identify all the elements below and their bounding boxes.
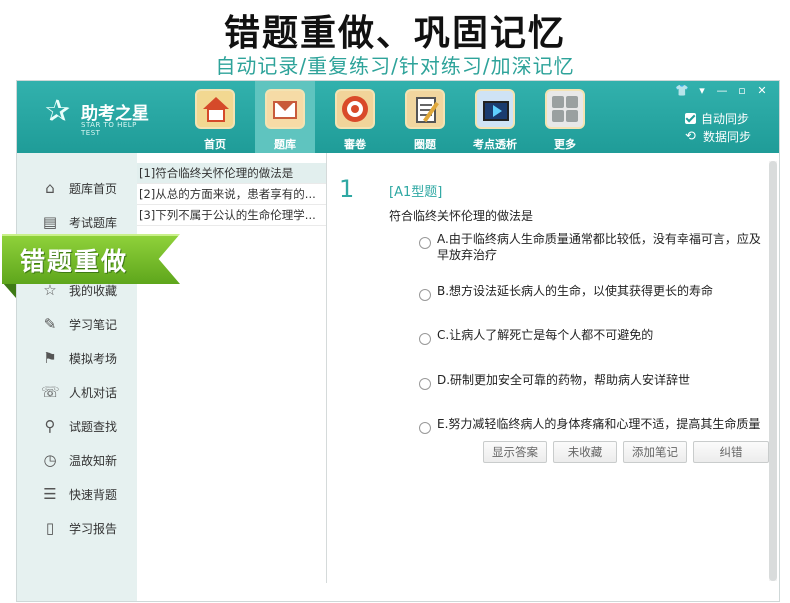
edit-icon: ✎	[43, 315, 57, 333]
skin-icon[interactable]: 👕	[673, 83, 691, 99]
book-icon: ▯	[45, 519, 55, 537]
app-window: ✰ 助考之星 STAR TO HELP TEST 首页 题库 審卷 圈题 考点透…	[16, 80, 780, 602]
sidebar-item-review[interactable]: ◷ 温故知新	[17, 445, 137, 475]
list-item[interactable]: [1]符合临终关怀伦理的做法是	[137, 163, 327, 184]
radio-button[interactable]	[419, 422, 431, 434]
option-text: E.努力减轻临终病人的身体疼痛和心理不适，提高其生命质量	[437, 417, 761, 431]
main-nav: 首页 题库 審卷 圈题 考点透析 更多	[185, 81, 605, 153]
sidebar-item-label: 学习笔记	[69, 317, 118, 332]
sidebar: ⌂ 题库首页 ▤ 考试题库 ☆ 我的收藏 ✎ 学习笔记 ⚑ 模拟考场 ☏ 人机对…	[17, 153, 137, 601]
sidebar-item-label: 快速背题	[69, 487, 118, 502]
question-stem: 符合临终关怀伦理的做法是	[389, 209, 534, 223]
option-e[interactable]: E.努力减轻临终病人的身体疼痛和心理不适，提高其生命质量	[419, 416, 769, 434]
ribbon-fold	[2, 282, 16, 298]
nav-key-points[interactable]: 考点透析	[465, 81, 525, 153]
radio-button[interactable]	[419, 237, 431, 249]
top-toolbar: ✰ 助考之星 STAR TO HELP TEST 首页 题库 審卷 圈题 考点透…	[17, 81, 779, 153]
target-icon	[335, 89, 375, 129]
banner-subtitle: 自动记录/重复练习/针对练习/加深记忆	[215, 54, 575, 78]
list-item[interactable]: [3]下列不属于公认的生命伦理学...	[137, 205, 327, 226]
sidebar-item-label: 试题查找	[69, 419, 118, 434]
sidebar-item-mock-exam[interactable]: ⚑ 模拟考场	[17, 343, 137, 373]
sidebar-item-label: 温故知新	[69, 453, 118, 468]
report-error-button[interactable]: 纠错	[693, 441, 769, 463]
close-icon[interactable]: ✕	[753, 83, 771, 99]
auto-sync-toggle[interactable]: 自动同步	[685, 109, 765, 127]
question-list: [1]符合临终关怀伦理的做法是 [2]从总的方面来说，患者享有的... [3]下…	[137, 163, 327, 226]
sidebar-item-report[interactable]: ▯ 学习报告	[17, 513, 137, 543]
maximize-icon[interactable]: ▫	[733, 83, 751, 99]
ribbon-label: 错题重做	[20, 247, 129, 276]
radio-button[interactable]	[419, 289, 431, 301]
favorite-button[interactable]: 未收藏	[553, 441, 617, 463]
checkbox-icon[interactable]	[685, 112, 696, 124]
wrong-question-ribbon: 错题重做	[0, 228, 186, 306]
app-logo: ✰ 助考之星 STAR TO HELP TEST	[45, 94, 155, 138]
sidebar-item-label: 人机对话	[69, 385, 118, 400]
sidebar-item-label: 学习报告	[69, 521, 118, 536]
option-a[interactable]: A.由于临终病人生命质量通常都比较低，没有幸福可言，应及早放弃治疗	[419, 231, 769, 263]
window-controls: 👕 ▾ — ▫ ✕	[671, 83, 771, 99]
sidebar-item-label: 模拟考场	[69, 351, 118, 366]
data-sync-button[interactable]: ⟲ 数据同步	[685, 127, 765, 145]
nav-review[interactable]: 審卷	[325, 81, 385, 153]
logo-tagline: STAR TO HELP TEST	[81, 121, 137, 137]
question-actions: 显示答案 未收藏 添加笔记 纠错	[483, 441, 775, 463]
mail-icon	[265, 89, 305, 129]
nav-label: 更多	[554, 138, 576, 151]
search-icon: ⚲	[44, 417, 56, 435]
sidebar-item-quick-memorize[interactable]: ☰ 快速背题	[17, 479, 137, 509]
scrollbar-thumb[interactable]	[769, 161, 777, 581]
option-d[interactable]: D.研制更加安全可靠的药物，帮助病人安详辞世	[419, 372, 769, 390]
sidebar-item-notes[interactable]: ✎ 学习笔记	[17, 309, 137, 339]
nav-label: 首页	[204, 138, 226, 151]
list-icon: ☰	[43, 485, 57, 503]
option-c[interactable]: C.让病人了解死亡是每个人都不可避免的	[419, 327, 769, 345]
sidebar-item-dialogue[interactable]: ☏ 人机对话	[17, 377, 137, 407]
nav-label: 圈题	[414, 138, 436, 151]
nav-home[interactable]: 首页	[185, 81, 245, 153]
option-b[interactable]: B.想方设法延长病人的生命，以使其获得更长的寿命	[419, 283, 769, 301]
option-text: C.让病人了解死亡是每个人都不可避免的	[437, 328, 654, 342]
nav-label: 题库	[274, 138, 296, 151]
sync-icon: ⟲	[685, 128, 696, 144]
nav-question-bank[interactable]: 题库	[255, 81, 315, 153]
banner-title: 错题重做、巩固记忆	[223, 13, 566, 54]
nav-label: 審卷	[344, 138, 366, 151]
menu-dropdown-icon[interactable]: ▾	[693, 83, 711, 99]
clock-icon: ◷	[43, 451, 57, 469]
radio-button[interactable]	[419, 378, 431, 390]
nav-label: 考点透析	[473, 138, 517, 151]
data-sync-label: 数据同步	[703, 129, 752, 144]
auto-sync-label: 自动同步	[701, 111, 750, 126]
nav-mark-questions[interactable]: 圈题	[395, 81, 455, 153]
sync-panel: 自动同步 ⟲ 数据同步	[685, 109, 765, 145]
option-text: D.研制更加安全可靠的药物，帮助病人安详辞世	[437, 373, 691, 387]
chat-icon: ☏	[41, 383, 60, 401]
minimize-icon[interactable]: —	[713, 83, 731, 99]
radio-button[interactable]	[419, 333, 431, 345]
home-icon	[195, 89, 235, 129]
home-outline-icon: ⌂	[45, 179, 55, 197]
list-item[interactable]: [2]从总的方面来说，患者享有的...	[137, 184, 327, 205]
option-text: B.想方设法延长病人的生命，以使其获得更长的寿命	[437, 284, 714, 298]
sidebar-item-bank-home[interactable]: ⌂ 题库首页	[17, 173, 137, 203]
question-number: 1	[339, 175, 355, 203]
graduation-cap-icon: ⚑	[43, 349, 57, 367]
scrollbar[interactable]	[769, 161, 777, 581]
sidebar-item-search[interactable]: ⚲ 试题查找	[17, 411, 137, 441]
add-note-button[interactable]: 添加笔记	[623, 441, 687, 463]
clipboard-icon	[405, 89, 445, 129]
question-type: [A1型题]	[389, 185, 443, 200]
question-panel: 1 [A1型题] 符合临终关怀伦理的做法是 A.由于临终病人生命质量通常都比较低…	[327, 153, 769, 593]
sidebar-item-label: 题库首页	[69, 181, 118, 196]
star-logo-icon: ✰	[45, 94, 71, 129]
video-icon	[475, 89, 515, 129]
grid-icon	[545, 89, 585, 129]
nav-more[interactable]: 更多	[535, 81, 595, 153]
show-answer-button[interactable]: 显示答案	[483, 441, 547, 463]
option-text: A.由于临终病人生命质量通常都比较低，没有幸福可言，应及早放弃治疗	[437, 232, 761, 262]
